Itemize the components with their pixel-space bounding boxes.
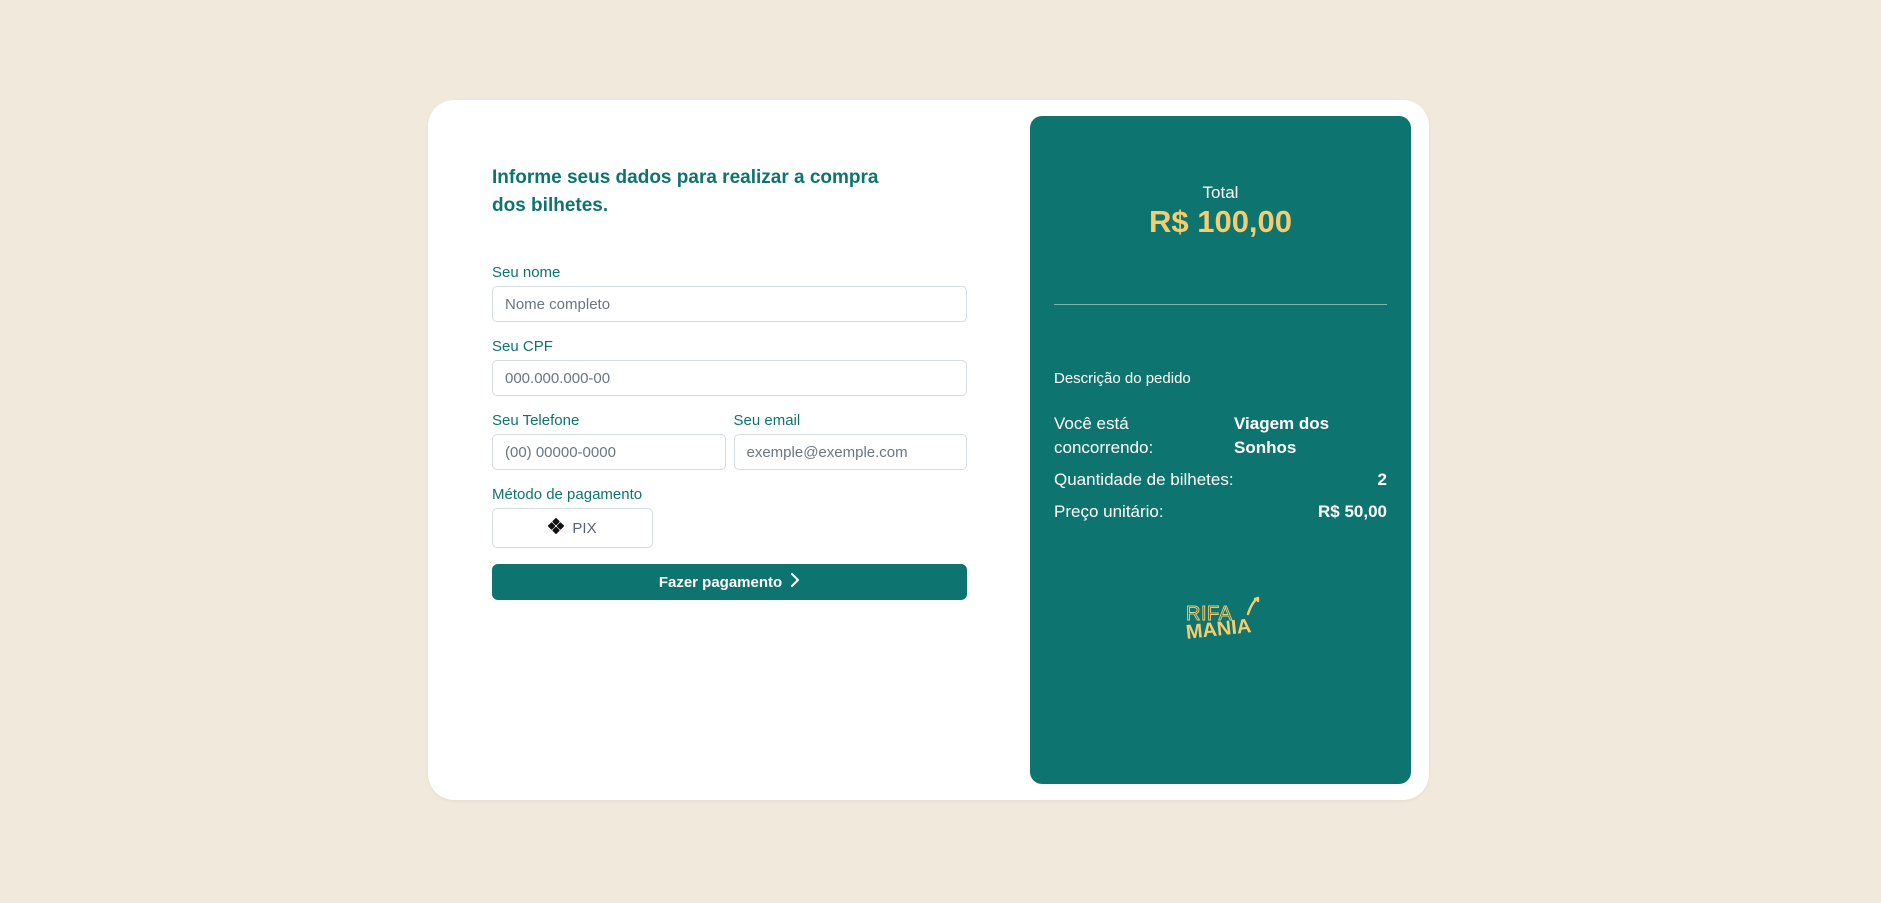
phone-input[interactable] (492, 434, 726, 470)
rifa-mania-logo: RIFA MANIA (1184, 592, 1264, 645)
payment-method-label: Método de pagamento (492, 486, 643, 503)
name-label: Seu nome (492, 264, 561, 281)
checkout-card: Informe seus dados para realizar a compr… (428, 100, 1429, 800)
cpf-label: Seu CPF (492, 338, 553, 355)
cpf-field-group: Seu CPF (492, 338, 967, 396)
phone-label: Seu Telefone (492, 412, 580, 429)
order-row-unit-price: Preço unitário: R$ 50,00 (1054, 500, 1387, 524)
submit-payment-label: Fazer pagamento (658, 573, 783, 591)
total-value: R$ 100,00 (1148, 204, 1293, 239)
order-row-value: R$ 50,00 (1318, 502, 1387, 521)
order-row-value: Viagem dos Sonhos (1234, 414, 1330, 457)
submit-payment-button[interactable]: Fazer pagamento (492, 564, 967, 600)
order-summary-panel: Total R$ 100,00 Descrição do pedido Você… (1030, 116, 1411, 784)
order-row-label: Você está concorrendo: (1054, 414, 1154, 457)
summary-divider (1054, 304, 1387, 305)
email-field-group: Seu email (733, 412, 967, 470)
form-heading: Informe seus dados para realizar a compr… (492, 167, 879, 216)
order-row-label: Preço unitário: (1054, 502, 1164, 521)
checkout-form: Informe seus dados para realizar a compr… (492, 164, 967, 600)
cpf-input[interactable] (492, 360, 967, 396)
phone-field-group: Seu Telefone (492, 412, 726, 470)
pix-option-button[interactable]: PIX (492, 508, 653, 548)
pix-option-label: PIX (572, 519, 597, 537)
pix-icon (548, 518, 565, 538)
email-label: Seu email (733, 412, 801, 429)
order-row-value: 2 (1377, 470, 1387, 489)
order-row-label: Quantidade de bilhetes: (1054, 470, 1234, 489)
name-field-group: Seu nome (492, 264, 967, 322)
chevron-right-icon (790, 572, 800, 592)
total-label: Total (1202, 183, 1239, 202)
email-input[interactable] (733, 434, 967, 470)
name-input[interactable] (492, 286, 967, 322)
order-row-raffle: Você está concorrendo: Viagem dos Sonhos (1054, 412, 1387, 460)
payment-method-group: Método de pagamento PIX (492, 486, 967, 548)
contact-row: Seu Telefone Seu email (492, 412, 967, 470)
order-row-quantity: Quantidade de bilhetes: 2 (1054, 468, 1387, 492)
order-description-title: Descrição do pedido (1054, 370, 1191, 387)
